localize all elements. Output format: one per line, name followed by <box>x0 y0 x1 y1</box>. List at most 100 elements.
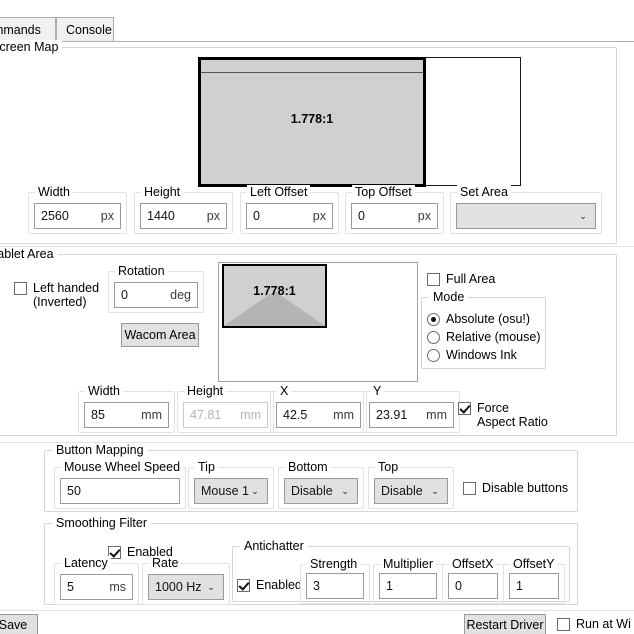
tablet-area-x-unit: mm <box>333 408 354 422</box>
screen-map-left-offset-input[interactable]: 0 px <box>246 203 333 229</box>
rate-dropdown[interactable]: 1000 Hz ⌄ <box>148 574 224 600</box>
screen-map-height-value: 1440 <box>147 209 175 223</box>
bottom-field: Bottom Disable ⌄ <box>278 460 364 509</box>
mode-radio-relative[interactable]: Relative (mouse) <box>427 330 540 344</box>
latency-input[interactable]: 5 ms <box>60 574 133 600</box>
save-button[interactable]: Save <box>0 614 38 634</box>
restart-driver-button[interactable]: Restart Driver <box>464 614 546 634</box>
tablet-area-x-label: X <box>277 384 292 398</box>
wacom-area-button-label: Wacom Area <box>124 328 196 342</box>
tablet-area-x-input[interactable]: 42.5 mm <box>276 402 361 428</box>
tablet-area-height-field: Height 47.81 mm <box>177 384 274 433</box>
screen-map-section-divider <box>0 246 634 247</box>
antichatter-offsety-field: OffsetY 1 <box>503 557 565 604</box>
screen-map-top-offset-input[interactable]: 0 px <box>351 203 438 229</box>
screen-map-height-input[interactable]: 1440 px <box>140 203 227 229</box>
mouse-wheel-speed-value: 50 <box>67 484 81 498</box>
antichatter-group-label: Antichatter <box>240 539 308 553</box>
bottom-value: Disable <box>291 484 333 498</box>
antichatter-offsetx-field: OffsetX 0 <box>442 557 504 604</box>
screen-map-width-value: 2560 <box>41 209 69 223</box>
tablet-area-x-value: 42.5 <box>283 408 308 422</box>
force-aspect-ratio-checkbox[interactable]: Force Aspect Ratio <box>458 401 548 429</box>
rotation-input[interactable]: 0 deg <box>114 282 198 308</box>
tablet-area-height-label: Height <box>184 384 227 398</box>
wacom-area-button[interactable]: Wacom Area <box>121 323 199 347</box>
chevron-down-icon: ⌄ <box>579 210 587 221</box>
mode-radio-windows-ink-label: Windows Ink <box>446 348 517 362</box>
tablet-area-width-input[interactable]: 85 mm <box>84 402 169 428</box>
rotation-field: Rotation 0 deg <box>108 264 204 313</box>
top-field: Top Disable ⌄ <box>368 460 454 509</box>
antichatter-multiplier-field: Multiplier 1 <box>373 557 443 604</box>
screen-map-width-input[interactable]: 2560 px <box>34 203 121 229</box>
rotation-value: 0 <box>121 288 128 302</box>
mouse-wheel-speed-label: Mouse Wheel Speed <box>61 460 184 474</box>
latency-value: 5 <box>67 580 74 594</box>
tablet-area-width-label: Width <box>85 384 123 398</box>
screen-map-top-offset-field: Top Offset 0 px <box>345 185 444 234</box>
run-at-windows-checkbox-box[interactable] <box>557 618 570 631</box>
screen-map-diagram[interactable]: 1.778:1 <box>198 57 526 187</box>
mode-radio-windows-ink[interactable]: Windows Ink <box>427 348 517 362</box>
screen-map-height-unit: px <box>206 209 220 223</box>
antichatter-offsetx-label: OffsetX <box>449 557 497 571</box>
screen-map-ratio-label: 1.778:1 <box>290 112 334 126</box>
antichatter-strength-label: Strength <box>307 557 361 571</box>
screen-map-left-offset-label: Left Offset <box>247 185 311 199</box>
tablet-area-y-label: Y <box>370 384 385 398</box>
tablet-area-y-unit: mm <box>426 408 447 422</box>
screen-map-set-area-field: Set Area ⌄ <box>450 185 602 234</box>
tip-dropdown[interactable]: Mouse 1 ⌄ <box>194 478 268 504</box>
top-label: Top <box>375 460 402 474</box>
antichatter-offsety-input[interactable]: 1 <box>509 573 559 599</box>
tablet-area-y-field: Y 23.91 mm <box>363 384 460 433</box>
tab-console[interactable]: Console <box>56 17 114 41</box>
screen-map-group-label: Screen Map <box>0 40 63 54</box>
mode-radio-relative-box[interactable] <box>427 330 440 344</box>
tablet-area-y-value: 23.91 <box>376 408 408 422</box>
tablet-area-height-unit: mm <box>240 408 261 422</box>
top-value: Disable <box>381 484 423 498</box>
antichatter-offsetx-input[interactable]: 0 <box>448 573 498 599</box>
antichatter-strength-value: 3 <box>313 579 320 593</box>
mode-radio-absolute-box[interactable] <box>427 312 440 326</box>
full-area-label: Full Area <box>446 272 496 286</box>
disable-buttons-checkbox-box[interactable] <box>463 482 476 495</box>
force-aspect-ratio-checkbox-box[interactable] <box>458 402 471 415</box>
rate-label: Rate <box>149 556 182 570</box>
disable-buttons-checkbox[interactable]: Disable buttons <box>463 481 568 495</box>
screen-map-monitor[interactable]: 1.778:1 <box>198 57 426 187</box>
tablet-area-diagram[interactable]: 1.778:1 <box>218 262 418 382</box>
mouse-wheel-speed-input[interactable]: 50 <box>60 478 180 504</box>
tablet-area-active-region[interactable]: 1.778:1 <box>222 264 327 328</box>
force-aspect-ratio-label-line1: Force <box>477 401 509 415</box>
antichatter-enabled-checkbox-box[interactable] <box>237 579 250 592</box>
antichatter-strength-input[interactable]: 3 <box>306 573 364 599</box>
mode-group-label: Mode <box>429 290 469 304</box>
tab-commands[interactable]: ommands <box>0 17 56 41</box>
footer-divider <box>0 610 634 611</box>
bottom-dropdown[interactable]: Disable ⌄ <box>284 478 358 504</box>
screen-map-set-area-dropdown[interactable]: ⌄ <box>456 203 596 229</box>
top-dropdown[interactable]: Disable ⌄ <box>374 478 448 504</box>
tablet-area-height-input[interactable]: 47.81 mm <box>183 402 268 428</box>
screen-map-left-offset-unit: px <box>312 209 326 223</box>
tablet-area-y-input[interactable]: 23.91 mm <box>369 402 454 428</box>
tablet-area-height-value: 47.81 <box>190 408 222 422</box>
screen-map-left-offset-value: 0 <box>253 209 260 223</box>
chevron-down-icon: ⌄ <box>251 485 259 496</box>
screen-map-height-field: Height 1440 px <box>134 185 233 234</box>
antichatter-multiplier-input[interactable]: 1 <box>379 573 437 599</box>
full-area-checkbox-box[interactable] <box>427 273 440 286</box>
smoothing-filter-group-label: Smoothing Filter <box>52 516 152 530</box>
full-area-checkbox[interactable]: Full Area <box>427 272 495 286</box>
left-handed-checkbox[interactable]: Left handed (Inverted) <box>14 281 106 309</box>
left-handed-checkbox-box[interactable] <box>14 282 27 295</box>
run-at-windows-checkbox[interactable]: Run at Wi <box>557 617 631 631</box>
mode-radio-absolute[interactable]: Absolute (osu!) <box>427 312 530 326</box>
mode-radio-windows-ink-box[interactable] <box>427 348 440 362</box>
antichatter-multiplier-value: 1 <box>386 579 393 593</box>
restart-driver-button-label: Restart Driver <box>466 618 544 632</box>
antichatter-enabled-checkbox[interactable]: Enabled <box>237 578 302 592</box>
